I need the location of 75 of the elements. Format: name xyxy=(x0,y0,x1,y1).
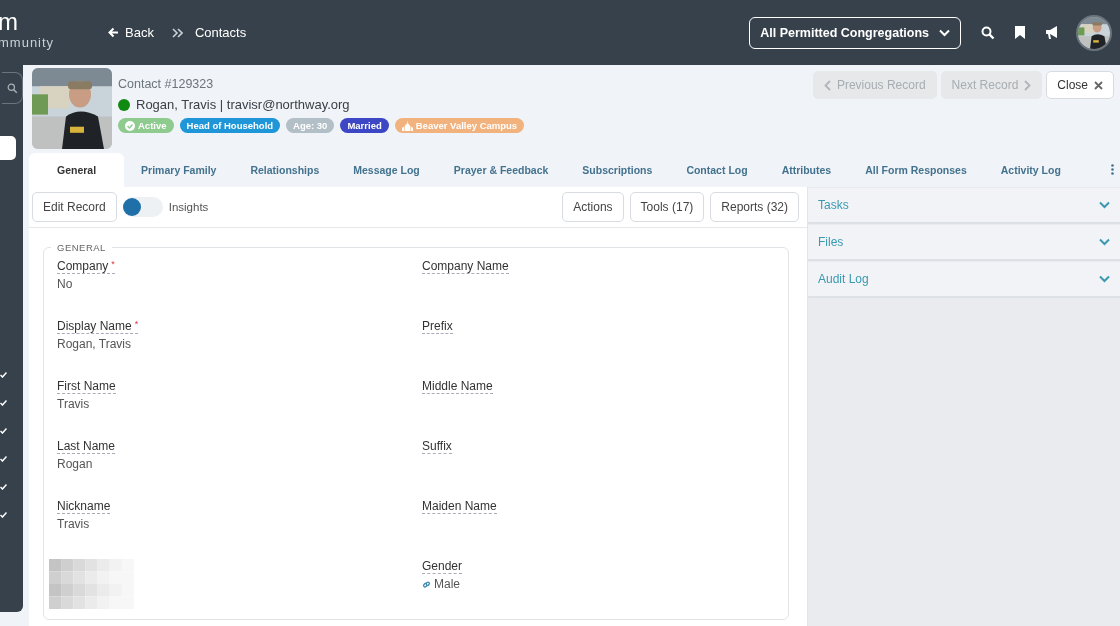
close-icon xyxy=(1094,80,1103,90)
tab[interactable]: Relationships xyxy=(233,153,337,187)
check-icon xyxy=(0,512,7,518)
more-icon[interactable] xyxy=(1111,164,1114,175)
tab[interactable]: All Form Responses xyxy=(848,153,984,187)
field-label: Middle Name xyxy=(422,379,493,394)
field-value: Travis xyxy=(57,517,90,531)
edit-record-button[interactable]: Edit Record xyxy=(32,192,117,222)
field-label: Prefix xyxy=(422,319,453,334)
tag: Active xyxy=(118,118,174,133)
chevron-down-icon xyxy=(1099,275,1110,283)
field-value: Travis xyxy=(57,397,90,411)
toolbar-button[interactable]: Reports (32) xyxy=(710,192,799,222)
breadcrumb[interactable]: Contacts xyxy=(194,25,247,40)
contact-number: Contact #129323 xyxy=(118,77,215,91)
close-button[interactable]: Close xyxy=(1046,71,1114,99)
back-link[interactable]: Back xyxy=(108,25,154,40)
section-title: GENERAL xyxy=(56,242,107,253)
caret-icon xyxy=(939,28,950,37)
arrow-left-icon xyxy=(108,27,119,38)
status-dot xyxy=(118,98,130,111)
tab[interactable]: General xyxy=(29,153,125,187)
tag: Married xyxy=(340,118,389,133)
accordion-header[interactable]: Audit Log xyxy=(808,262,1120,298)
field-label: Gender xyxy=(422,559,463,574)
accordion-header[interactable]: Tasks xyxy=(808,188,1120,224)
contact-name: Rogan, Travis | travisr@northway.org xyxy=(136,97,350,112)
tab[interactable]: Contact Log xyxy=(669,153,765,187)
check-icon xyxy=(0,456,7,462)
tab[interactable]: Attributes xyxy=(764,153,849,187)
tab[interactable]: Subscriptions xyxy=(565,153,670,187)
toolbar-button[interactable]: Tools (17) xyxy=(629,192,705,222)
field-value: Rogan xyxy=(57,457,93,471)
field-label: Maiden Name xyxy=(422,499,497,514)
chevron-left-icon xyxy=(823,79,831,91)
double-chevron-icon xyxy=(171,27,183,38)
field-label: Suffix xyxy=(422,439,452,454)
tab[interactable]: Prayer & Feedback xyxy=(436,153,566,187)
tag: Head of Household xyxy=(179,118,281,133)
chevron-down-icon xyxy=(1099,238,1110,246)
megaphone-icon[interactable] xyxy=(1045,26,1060,39)
accordion-header[interactable]: Files xyxy=(808,225,1120,261)
logo-text: m xyxy=(0,9,19,35)
field-link[interactable]: Male xyxy=(422,577,460,591)
field-value: No xyxy=(57,277,73,291)
field-label: Company * xyxy=(57,259,115,274)
link-icon xyxy=(422,579,431,589)
search-icon[interactable] xyxy=(981,25,995,40)
congregation-select[interactable]: All Permitted Congregations xyxy=(749,16,961,49)
check-icon xyxy=(0,372,7,378)
field-label: Nickname xyxy=(57,499,111,514)
tab[interactable]: Primary Family xyxy=(124,153,234,187)
sidebar-item[interactable] xyxy=(0,136,16,160)
building-icon xyxy=(401,120,413,131)
check-icon xyxy=(0,428,7,434)
bookmark-icon[interactable] xyxy=(1015,26,1025,39)
insights-toggle[interactable] xyxy=(122,197,163,217)
tab[interactable]: Activity Log xyxy=(983,153,1078,187)
field-label: First Name xyxy=(57,379,116,394)
field-label: Company Name xyxy=(422,259,509,274)
insights-label: Insights xyxy=(168,201,209,213)
user-avatar[interactable] xyxy=(1076,14,1112,51)
field-value: Rogan, Travis xyxy=(57,337,132,351)
tag: Age: 30 xyxy=(286,118,335,133)
chevron-down-icon xyxy=(1099,201,1110,209)
tab[interactable]: Message Log xyxy=(336,153,437,187)
tag: Beaver Valley Campus xyxy=(394,118,525,133)
search-icon[interactable] xyxy=(6,82,18,94)
field-label: Last Name xyxy=(57,439,116,454)
chevron-right-icon xyxy=(1024,79,1032,91)
field-label: Display Name * xyxy=(57,319,139,334)
check-icon xyxy=(0,400,7,406)
check-icon xyxy=(0,484,7,490)
toolbar-button[interactable]: Actions xyxy=(562,192,624,222)
check-circle-icon xyxy=(125,120,135,131)
